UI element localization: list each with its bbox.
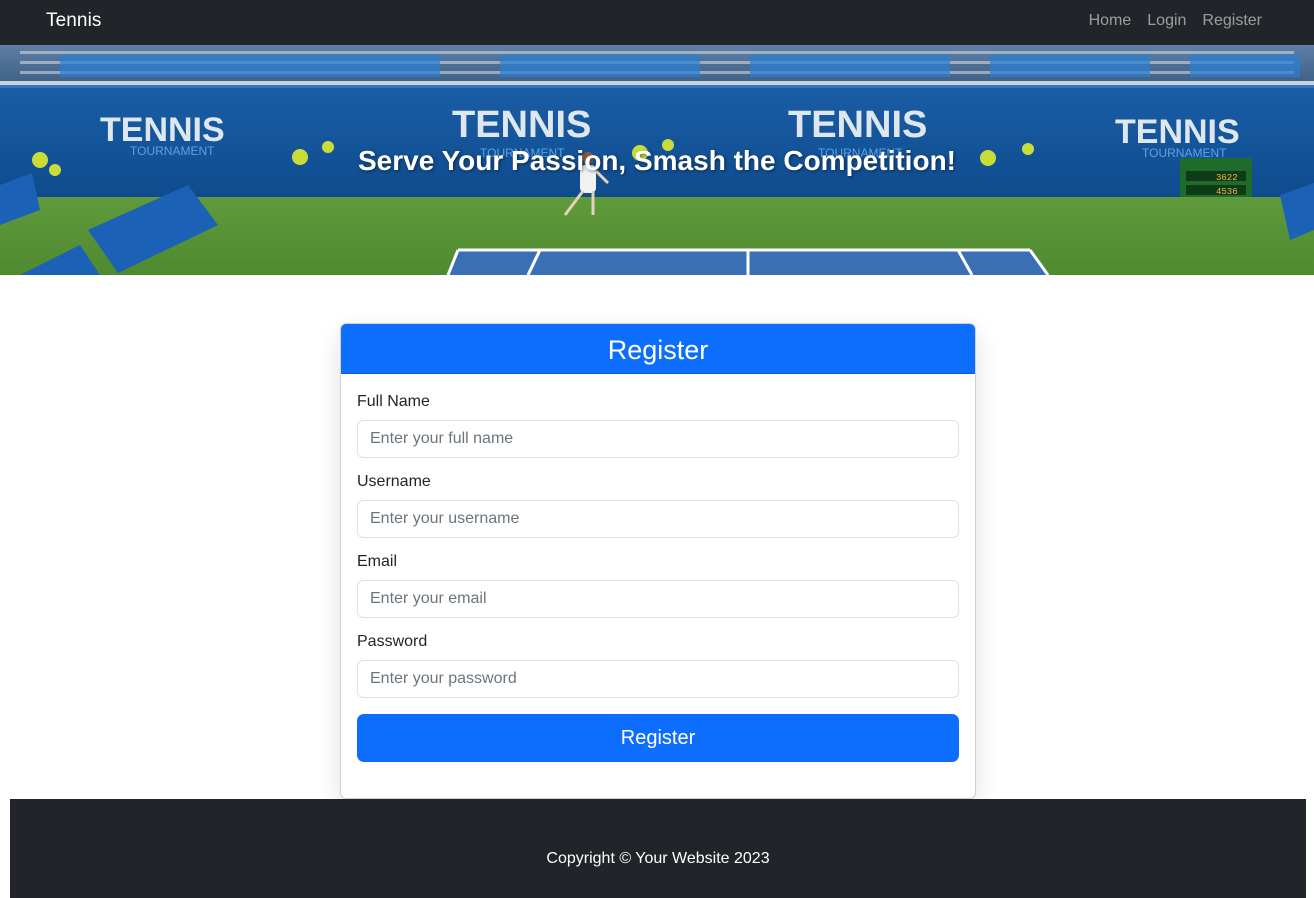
register-button[interactable]: Register	[357, 714, 959, 762]
nav-link-home[interactable]: Home	[1089, 12, 1132, 30]
email-input[interactable]	[357, 580, 959, 618]
footer: Copyright © Your Website 2023	[10, 799, 1306, 898]
navbar: Tennis Home Login Register	[0, 0, 1314, 45]
card-title: Register	[341, 324, 975, 374]
email-label: Email	[357, 553, 398, 570]
form-group-password: Password	[357, 632, 959, 698]
nav-link-register[interactable]: Register	[1202, 12, 1262, 30]
banner-text: TENNIS	[788, 104, 927, 146]
hero-banner: TENNIS TENNIS TENNIS TENNIS TOURNAMENT T…	[0, 45, 1314, 275]
brand-link[interactable]: Tennis	[46, 10, 102, 32]
password-input[interactable]	[357, 660, 959, 698]
username-label: Username	[357, 473, 431, 490]
nav-link-login[interactable]: Login	[1147, 12, 1186, 30]
full-name-input[interactable]	[357, 420, 959, 458]
full-name-label: Full Name	[357, 393, 430, 410]
form-group-username: Username	[357, 472, 959, 538]
register-form: Full Name Username Email Password Regist…	[341, 374, 975, 778]
banner-text: TENNIS	[452, 104, 591, 146]
password-label: Password	[357, 633, 428, 650]
scoreboard-value: 4536	[1216, 187, 1238, 197]
form-group-email: Email	[357, 552, 959, 618]
username-input[interactable]	[357, 500, 959, 538]
hero-title: Serve Your Passion, Smash the Competitio…	[358, 145, 956, 176]
nav-links: Home Login Register	[1089, 12, 1262, 30]
form-group-full-name: Full Name	[357, 392, 959, 458]
copyright-text: Copyright © Your Website 2023	[546, 850, 770, 867]
register-card: Register Full Name Username Email Passwo…	[340, 323, 976, 799]
